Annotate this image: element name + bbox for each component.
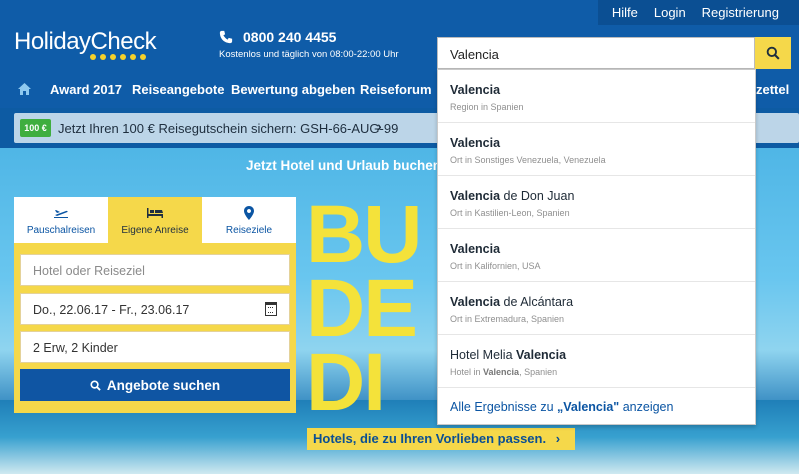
suggestion-name: Hotel Melia Valencia (450, 348, 567, 362)
nav-reiseangebote[interactable]: Reiseangebote (132, 82, 224, 97)
help-link[interactable]: Hilfe (606, 5, 644, 20)
suggestion-name: Valencia (450, 136, 501, 150)
suggestion-item[interactable]: Valencia de Don Juan Ort in Kastilien-Le… (438, 176, 755, 229)
date-field[interactable]: Do., 22.06.17 - Fr., 23.06.17 (20, 293, 290, 325)
suggestion-item[interactable]: Valencia Ort in Kalifornien, USA (438, 229, 755, 282)
register-link[interactable]: Registrierung (696, 5, 785, 20)
suggestion-item[interactable]: Valencia de Alcántara Ort in Extremadura… (438, 282, 755, 335)
plane-icon (14, 205, 108, 221)
tab-reiseziele[interactable]: Reiseziele (202, 197, 296, 243)
tab-eigene-anreise[interactable]: Eigene Anreise (108, 197, 202, 243)
calendar-icon[interactable] (265, 302, 277, 316)
suggestion-name: Valencia de Don Juan (450, 189, 575, 203)
phone-icon (219, 30, 233, 44)
search-panel: Pauschalreisen Eigene Anreise Reiseziele… (14, 197, 296, 413)
search-icon (766, 46, 780, 60)
login-link[interactable]: Login (648, 5, 692, 20)
travelers-field[interactable]: 2 Erw, 2 Kinder (20, 331, 290, 363)
tab-label: Eigene Anreise (121, 225, 189, 236)
suggestion-subtitle: Hotel in Valencia, Spanien (450, 367, 558, 377)
suggestion-subtitle: Ort in Kalifornien, USA (450, 261, 541, 271)
phone-number[interactable]: 0800 240 4455 (243, 29, 336, 45)
phone-hours: Kostenlos und täglich von 08:00-22:00 Uh… (219, 49, 399, 60)
nav-merkzettel[interactable]: zettel (756, 82, 789, 97)
hotel-input[interactable]: Hotel oder Reiseziel (20, 254, 290, 286)
map-pin-icon (202, 205, 296, 221)
search-offers-button[interactable]: Angebote suchen (20, 369, 290, 401)
voucher-text: Jetzt Ihren 100 € Reisegutschein sichern… (58, 121, 399, 136)
chevron-right-icon: › (555, 431, 561, 446)
suggestion-item[interactable]: Valencia Region in Spanien (438, 70, 755, 123)
header-search: Valencia (437, 37, 791, 69)
logo-dots (90, 54, 146, 60)
chevron-right-icon: › (377, 118, 382, 134)
hotels-cta[interactable]: Hotels, die zu Ihren Vorlieben passen. › (307, 428, 575, 450)
search-submit-button[interactable] (755, 37, 791, 69)
suggestion-subtitle: Ort in Kastilien-Leon, Spanien (450, 208, 570, 218)
nav-award[interactable]: Award 2017 (50, 82, 122, 97)
suggestion-subtitle: Ort in Extremadura, Spanien (450, 314, 565, 324)
home-icon[interactable] (18, 83, 31, 95)
bed-icon (108, 205, 202, 221)
hero-title: Jetzt Hotel und Urlaub buchen (246, 158, 442, 173)
search-input[interactable]: Valencia (437, 37, 755, 69)
tab-pauschalreisen[interactable]: Pauschalreisen (14, 197, 108, 243)
logo[interactable]: HolidayCheck (14, 28, 157, 56)
suggestion-name: Valencia (450, 83, 501, 97)
nav-reiseforum[interactable]: Reiseforum (360, 82, 432, 97)
suggestion-item[interactable]: Valencia Ort in Sonstiges Venezuela, Ven… (438, 123, 755, 176)
autocomplete-dropdown: Valencia Region in Spanien Valencia Ort … (437, 69, 756, 425)
voucher-badge: 100 € (20, 119, 51, 137)
search-icon (90, 379, 101, 391)
suggestion-name: Valencia (450, 242, 501, 256)
suggestion-name: Valencia de Alcántara (450, 295, 574, 309)
top-links: Hilfe Login Registrierung (597, 0, 799, 25)
tab-label: Reiseziele (225, 225, 273, 236)
tab-label: Pauschalreisen (26, 225, 96, 236)
date-value: Do., 22.06.17 - Fr., 23.06.17 (33, 303, 190, 317)
search-tabs: Pauschalreisen Eigene Anreise Reiseziele (14, 197, 296, 243)
show-all-results-link[interactable]: Alle Ergebnisse zu „Valencia" anzeigen (450, 400, 673, 414)
hero-big-text-3: DI (306, 337, 386, 428)
hotels-cta-label: Hotels, die zu Ihren Vorlieben passen. (313, 431, 547, 446)
search-offers-label: Angebote suchen (106, 377, 221, 393)
suggestion-subtitle: Region in Spanien (450, 102, 524, 112)
suggestion-subtitle: Ort in Sonstiges Venezuela, Venezuela (450, 155, 606, 165)
suggestion-item[interactable]: Hotel Melia Valencia Hotel in Valencia, … (438, 335, 755, 388)
nav-bewertung[interactable]: Bewertung abgeben (231, 82, 355, 97)
